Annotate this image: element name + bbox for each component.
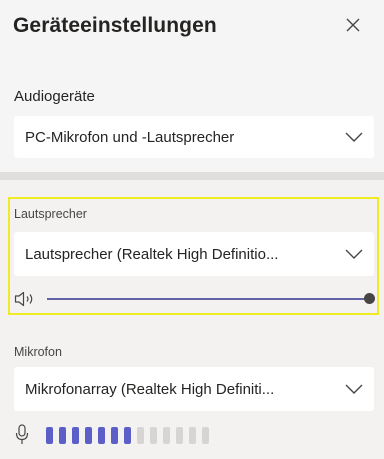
chevron-down-icon — [334, 383, 374, 395]
mic-level-bar — [137, 427, 144, 444]
audio-device-value: PC-Mikrofon und -Lautsprecher — [25, 128, 235, 146]
microphone-label: Mikrofon — [14, 345, 62, 359]
mic-level-bar — [72, 427, 79, 444]
section-divider — [0, 172, 384, 180]
microphone-icon — [15, 424, 29, 451]
chevron-down-icon — [334, 248, 374, 260]
mic-level-bar — [98, 427, 105, 444]
audio-devices-label: Audiogeräte — [14, 88, 95, 105]
mic-level-bar — [163, 427, 170, 444]
mic-level-bar — [85, 427, 92, 444]
volume-slider-thumb[interactable] — [364, 293, 375, 304]
mic-level-bar — [189, 427, 196, 444]
microphone-level-meter — [46, 427, 209, 444]
microphone-select[interactable]: Mikrofonarray (Realtek High Definiti... — [14, 367, 374, 411]
mic-level-bar — [46, 427, 53, 444]
page-title: Geräteeinstellungen — [13, 14, 217, 37]
mic-level-bar — [111, 427, 118, 444]
mic-level-bar — [59, 427, 66, 444]
mic-level-bar — [124, 427, 131, 444]
mic-level-bar — [176, 427, 183, 444]
audio-device-select[interactable]: PC-Mikrofon und -Lautsprecher — [14, 116, 374, 158]
volume-slider-track[interactable] — [47, 298, 369, 300]
chevron-down-icon — [334, 131, 374, 143]
speaker-label: Lautsprecher — [14, 207, 87, 221]
speaker-select[interactable]: Lautsprecher (Realtek High Definitio... — [14, 232, 374, 276]
close-icon — [346, 18, 360, 32]
mic-level-bar — [202, 427, 209, 444]
microphone-value: Mikrofonarray (Realtek High Definiti... — [25, 380, 275, 398]
close-button[interactable] — [340, 12, 366, 38]
speaker-value: Lautsprecher (Realtek High Definitio... — [25, 245, 279, 263]
mic-level-bar — [150, 427, 157, 444]
speaker-icon — [14, 291, 38, 312]
